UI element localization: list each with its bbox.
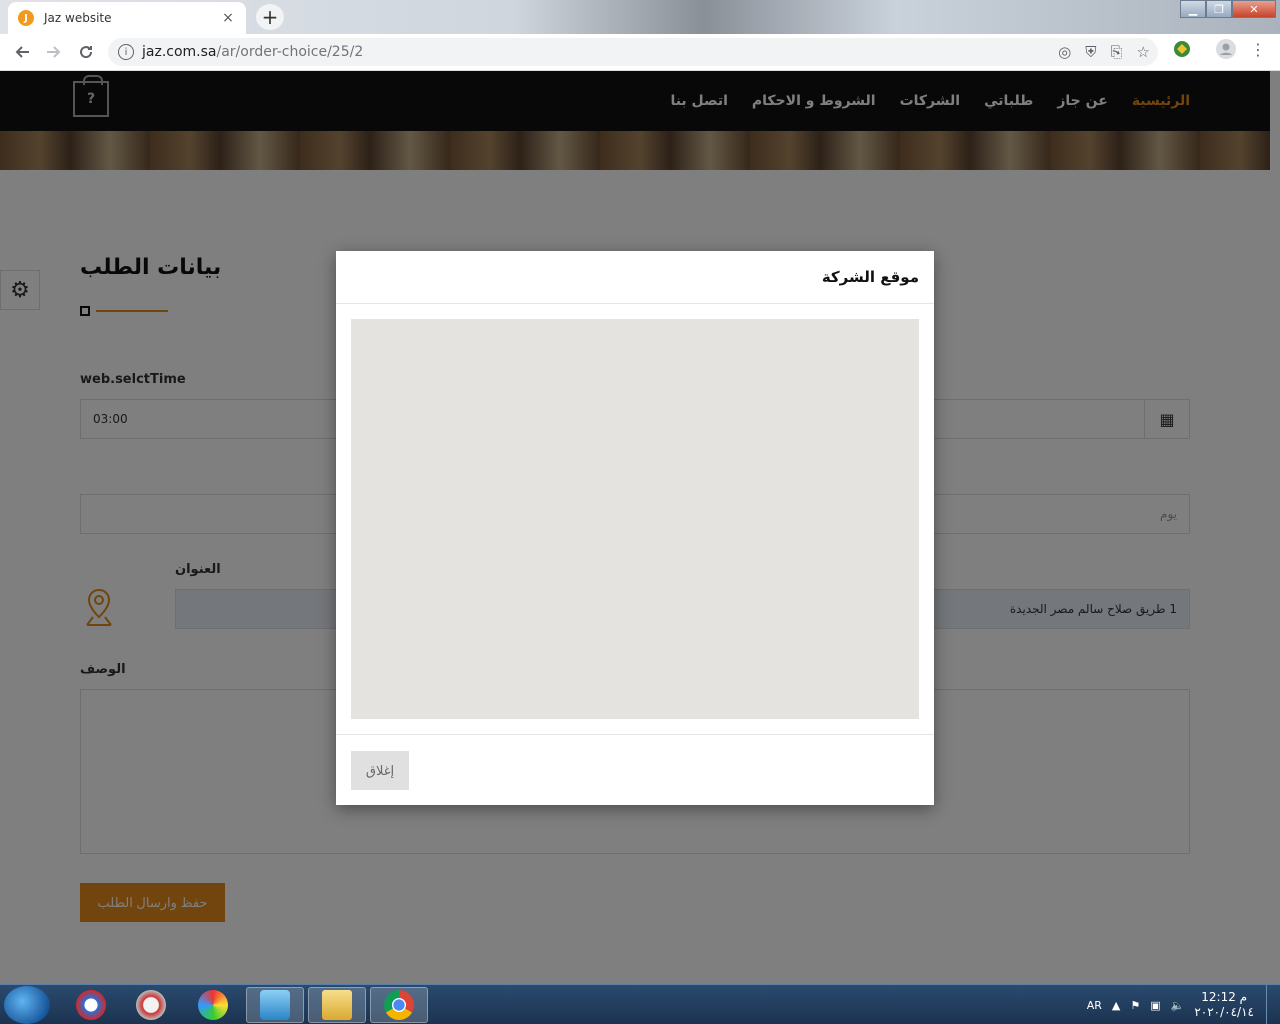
address-bar: i jaz.com.sa /ar/order-choice/25/2 ◎ ⛨ ⎘…	[0, 34, 1280, 71]
modal-header: موقع الشركة	[336, 251, 934, 304]
clock-time: 12:12 م	[1201, 990, 1248, 1004]
company-location-modal: موقع الشركة إغلاق	[336, 251, 934, 805]
url-path: /ar/order-choice/25/2	[216, 44, 364, 60]
url-omnibox[interactable]: i jaz.com.sa /ar/order-choice/25/2 ◎ ⛨ ⎘…	[108, 38, 1158, 66]
browser-menu-icon[interactable]: ⋮	[1248, 39, 1268, 59]
minimize-button[interactable]: ▁	[1180, 0, 1206, 18]
taskbar-app-explorer[interactable]	[308, 987, 366, 1023]
shield-blocked-icon[interactable]: ⛨	[1085, 43, 1096, 61]
taskbar-app-snipping[interactable]	[122, 987, 180, 1023]
profile-avatar-icon[interactable]	[1216, 39, 1236, 59]
clock[interactable]: 12:12 م ٢٠٢٠/٠٤/١٤	[1194, 990, 1254, 1020]
close-window-button[interactable]: ✕	[1232, 0, 1276, 18]
taskbar-app-paint[interactable]	[184, 987, 242, 1023]
system-tray: AR ▲ ⚑ ▣ 🔈 12:12 م ٢٠٢٠/٠٤/١٤	[1087, 985, 1254, 1024]
new-tab-button[interactable]: +	[256, 4, 284, 30]
taskbar-app-media[interactable]	[246, 987, 304, 1023]
windows-taskbar: AR ▲ ⚑ ▣ 🔈 12:12 م ٢٠٢٠/٠٤/١٤	[0, 984, 1280, 1024]
modal-footer: إغلاق	[336, 734, 934, 805]
language-indicator[interactable]: AR	[1087, 999, 1102, 1012]
taskbar-app-s[interactable]	[62, 987, 120, 1023]
network-icon[interactable]: ▣	[1150, 999, 1160, 1012]
forward-arrow-icon[interactable]	[38, 36, 70, 68]
action-center-flag-icon[interactable]: ⚑	[1130, 999, 1140, 1012]
browser-tab[interactable]: J Jaz website ×	[8, 2, 246, 34]
maximize-button[interactable]: ❐	[1206, 0, 1232, 18]
close-button[interactable]: إغلاق	[351, 751, 409, 790]
taskbar-app-chrome[interactable]	[370, 987, 428, 1023]
bookmark-star-icon[interactable]: ☆	[1137, 43, 1150, 61]
show-desktop-button[interactable]	[1266, 985, 1280, 1024]
start-button[interactable]	[4, 986, 50, 1024]
window-controls: ▁ ❐ ✕	[1180, 0, 1276, 18]
jaz-favicon-icon: J	[18, 10, 34, 26]
site-info-icon[interactable]: i	[118, 44, 134, 60]
location-icon[interactable]: ◎	[1058, 43, 1071, 61]
translate-icon[interactable]: ⎘	[1111, 43, 1123, 61]
reload-icon[interactable]	[70, 36, 102, 68]
url-host: jaz.com.sa	[142, 44, 217, 60]
tray-expand-icon[interactable]: ▲	[1112, 999, 1120, 1012]
map-canvas[interactable]	[351, 319, 919, 719]
modal-title: موقع الشركة	[821, 268, 919, 286]
extension-icon[interactable]	[1172, 39, 1192, 59]
back-arrow-icon[interactable]	[6, 36, 38, 68]
clock-date: ٢٠٢٠/٠٤/١٤	[1194, 1005, 1254, 1019]
tab-title: Jaz website	[44, 11, 112, 25]
volume-icon[interactable]: 🔈	[1171, 999, 1185, 1012]
tab-close-icon[interactable]: ×	[220, 10, 236, 26]
browser-tab-strip: J Jaz website × + ▁ ❐ ✕	[0, 0, 1280, 34]
